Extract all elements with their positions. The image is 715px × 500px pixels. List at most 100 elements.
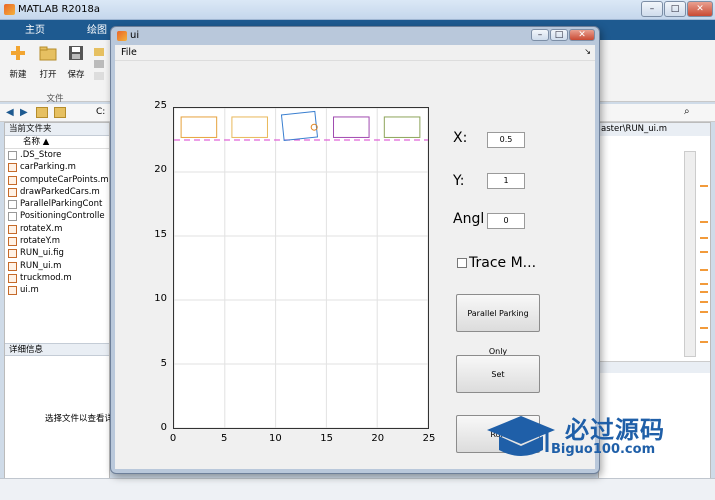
- analyzer-mark: [700, 291, 708, 293]
- m-file-icon: [8, 261, 17, 271]
- analyzer-mark: [700, 185, 708, 187]
- y-tick-label: 20: [154, 164, 167, 176]
- forward-arrow-icon[interactable]: ▶: [20, 107, 28, 118]
- file-list: .DS_Store carParking.m computeCarPoints.m d…: [5, 149, 109, 297]
- tab-home[interactable]: 主页: [10, 23, 60, 40]
- details-message: 选择文件以查看详: [45, 414, 114, 424]
- x-label: X:: [453, 130, 468, 146]
- file-name: truckmod.m: [20, 272, 72, 283]
- x-tick-label: 15: [320, 433, 333, 444]
- analyzer-mark: [700, 237, 708, 239]
- analyzer-mark: [700, 221, 708, 223]
- current-folder-title: 当前文件夹: [5, 123, 109, 136]
- editor-file-path: aster\RUN_ui.m: [599, 123, 710, 136]
- x-tick-label: 20: [371, 433, 385, 444]
- status-bar: [0, 478, 715, 500]
- parked-car: [231, 116, 268, 138]
- new-button-label: 新建: [9, 70, 27, 80]
- y-tick-label: 15: [154, 228, 167, 240]
- current-folder-panel: 当前文件夹 名称 ▲ .DS_Store carParking.m computeC…: [4, 122, 114, 494]
- file-list-item[interactable]: drawParkedCars.m: [5, 186, 109, 198]
- y-tick-label: 10: [154, 293, 167, 305]
- file-list-item[interactable]: PositioningControlle: [5, 210, 109, 222]
- file-list-item[interactable]: RUN_ui.fig: [5, 247, 109, 259]
- figure-app-icon: [117, 31, 127, 41]
- more-file-options-icon[interactable]: [90, 44, 108, 87]
- browse-folder-icon[interactable]: [54, 107, 66, 118]
- x-tick-label: 0: [169, 433, 177, 444]
- open-button-label: 打开: [39, 70, 57, 80]
- angle-label: Angl: [453, 211, 485, 227]
- details-title: 详细信息: [5, 343, 109, 356]
- m-file-icon: [8, 187, 17, 197]
- new-button[interactable]: 新建: [4, 44, 32, 80]
- parking-plot-svg: [173, 107, 429, 429]
- file-icon: [8, 212, 17, 222]
- set-button[interactable]: Set: [456, 355, 540, 393]
- save-disk-icon: [67, 44, 85, 62]
- save-button-label: 保存: [67, 70, 85, 80]
- figure-close-button[interactable]: ✕: [569, 29, 595, 41]
- file-list-item[interactable]: carParking.m: [5, 161, 109, 173]
- y-tick-label: 5: [160, 357, 167, 369]
- file-list-item[interactable]: ui.m: [5, 284, 109, 296]
- analyzer-mark: [700, 283, 708, 285]
- parallel-parking-button[interactable]: Parallel Parking Only: [456, 294, 540, 356]
- minimize-button[interactable]: –: [641, 1, 663, 17]
- figure-maximize-button[interactable]: □: [550, 29, 568, 41]
- folder-up-icon[interactable]: [36, 107, 48, 118]
- figure-titlebar: ui – □ ✕: [111, 27, 599, 45]
- new-file-icon: [9, 44, 27, 62]
- watermark-subtitle: Biguo100.com: [551, 442, 656, 457]
- menu-file[interactable]: File: [121, 47, 137, 58]
- figure-title: ui: [130, 30, 140, 41]
- m-file-icon: [8, 175, 17, 185]
- m-file-icon: [8, 237, 17, 247]
- y-label: Y:: [453, 173, 465, 189]
- graduation-cap-icon: [487, 416, 555, 456]
- ribbon-group-label: 文件: [46, 94, 64, 104]
- angle-input[interactable]: 0: [487, 213, 525, 229]
- analyzer-mark: [700, 327, 708, 329]
- trace-checkbox[interactable]: [457, 258, 467, 268]
- close-button[interactable]: ✕: [687, 1, 713, 17]
- analyzer-mark: [700, 311, 708, 313]
- parking-plot-axes[interactable]: [173, 107, 429, 429]
- trace-checkbox-row[interactable]: Trace M...: [457, 255, 536, 271]
- file-list-item[interactable]: truckmod.m: [5, 272, 109, 284]
- file-icon: [8, 151, 17, 160]
- m-file-icon: [8, 286, 17, 296]
- name-column-header[interactable]: 名称 ▲: [5, 136, 109, 149]
- file-list-item[interactable]: rotateY.m: [5, 235, 109, 247]
- file-name: rotateX.m: [20, 223, 63, 234]
- file-icon: [8, 200, 17, 210]
- active-car: [280, 110, 319, 141]
- address-path[interactable]: C:: [96, 107, 105, 117]
- m-file-icon: [8, 273, 17, 283]
- x-input[interactable]: 0.5: [487, 132, 525, 148]
- search-icon[interactable]: ⌕: [684, 106, 690, 117]
- analyzer-mark: [700, 301, 708, 303]
- file-list-item[interactable]: computeCarPoints.m: [5, 174, 109, 186]
- watermark-title: 必过源码: [565, 416, 665, 444]
- save-button[interactable]: 保存: [62, 44, 90, 80]
- editor-scrollbar[interactable]: [684, 151, 696, 357]
- x-tick-label: 10: [269, 433, 282, 444]
- file-name: computeCarPoints.m: [20, 174, 109, 185]
- figure-window: ui – □ ✕ File ↘ 25 20 15 10 5 0 0 5 10 15 20 25 X:…: [110, 26, 600, 474]
- dock-arrow-icon[interactable]: ↘: [584, 47, 591, 56]
- x-tick-label: 25: [422, 433, 436, 444]
- file-list-item[interactable]: ParallelParkingCont: [5, 198, 109, 210]
- command-window-header: [599, 361, 710, 373]
- back-arrow-icon[interactable]: ◀: [6, 107, 14, 118]
- open-button[interactable]: 打开: [34, 44, 62, 80]
- file-list-item[interactable]: rotateX.m: [5, 223, 109, 235]
- file-list-item[interactable]: RUN_ui.m: [5, 260, 109, 272]
- maximize-button[interactable]: □: [664, 1, 686, 17]
- y-input[interactable]: 1: [487, 173, 525, 189]
- file-name: drawParkedCars.m: [20, 186, 100, 197]
- file-list-item[interactable]: .DS_Store: [5, 149, 109, 161]
- m-file-icon: [8, 163, 17, 173]
- figure-minimize-button[interactable]: –: [531, 29, 549, 41]
- file-name: RUN_ui.fig: [20, 248, 64, 259]
